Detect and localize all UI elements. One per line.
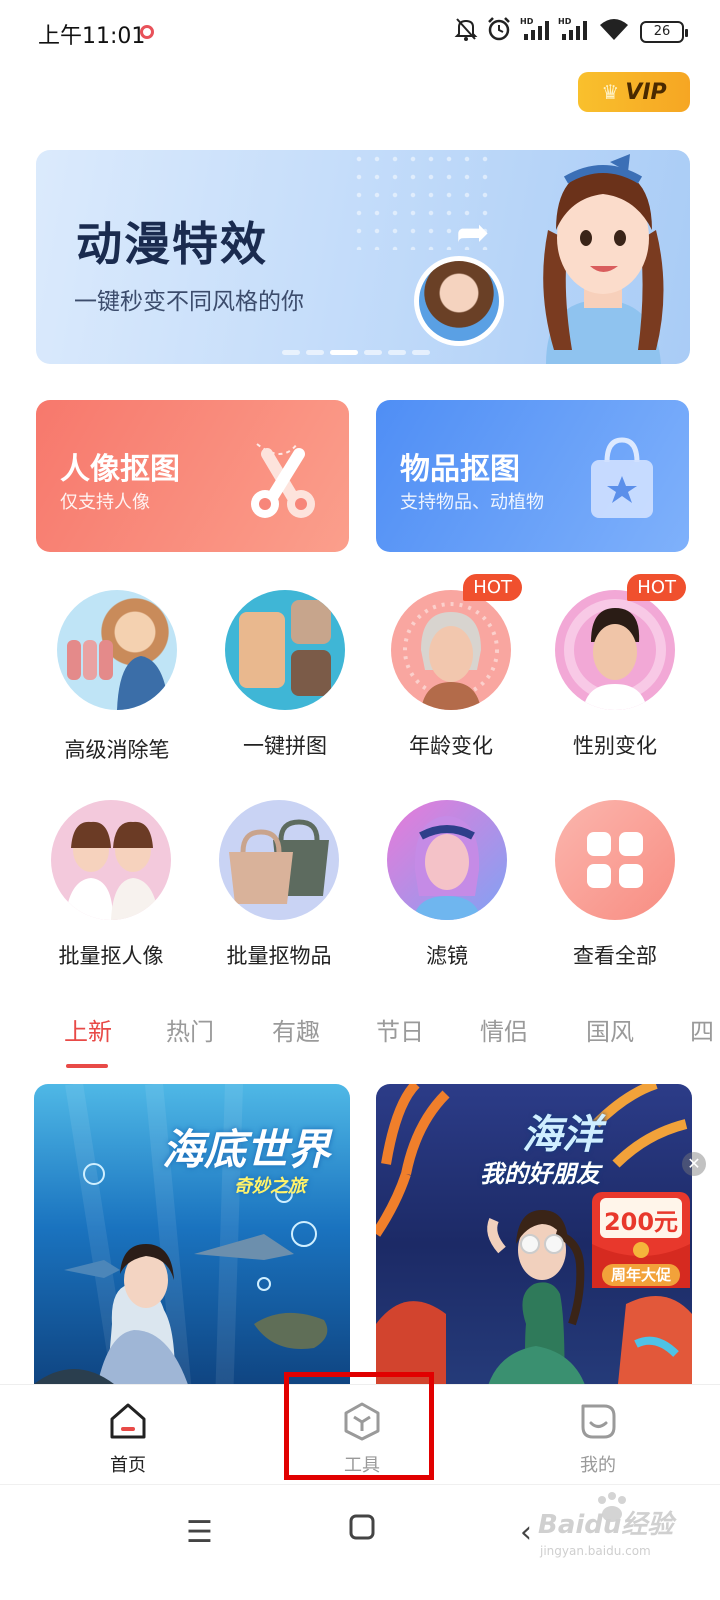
recording-dot-icon: [140, 25, 154, 39]
nav-label: 我的: [580, 1455, 616, 1476]
feed-card-subtitle: 我的好朋友: [480, 1160, 600, 1188]
tab-holiday[interactable]: 节日: [376, 1012, 424, 1047]
tool-label: 年龄变化: [409, 734, 493, 758]
crown-icon: ♛: [601, 80, 620, 104]
tool-label: 一键拼图: [243, 734, 327, 758]
share-arrow-icon: ➦: [456, 210, 490, 256]
card-subtitle: 支持物品、动植物: [400, 492, 544, 513]
tool-filter[interactable]: 滤镜: [372, 800, 522, 990]
card-subtitle: 仅支持人像: [60, 492, 150, 513]
banner-subtitle: 一键秒变不同风格的你: [74, 289, 304, 315]
menu-icon[interactable]: ☰: [186, 1515, 213, 1550]
tool-eraser-pen[interactable]: 高级消除笔: [42, 590, 192, 780]
promo-label: 周年大促: [602, 1264, 680, 1286]
vip-button[interactable]: ♛ VIP: [578, 72, 690, 112]
svg-text:HD: HD: [558, 17, 572, 26]
pager-dot: [388, 350, 406, 355]
tab-chinese-style[interactable]: 国风: [586, 1012, 634, 1047]
tab-fun[interactable]: 有趣: [272, 1012, 320, 1047]
baidu-watermark: Baidu经验 jingyan.baidu.com: [538, 1490, 678, 1580]
close-icon[interactable]: ✕: [682, 1152, 706, 1176]
feed-card-title: 海底世界: [162, 1125, 331, 1174]
status-bar: 上午11:01 HD HD 26: [0, 0, 720, 64]
banner-avatar: [414, 256, 504, 346]
status-time: 上午11:01: [38, 24, 146, 49]
nav-profile[interactable]: 我的: [538, 1397, 658, 1477]
battery-icon: 26: [640, 21, 688, 43]
feed-card-subtitle: 奇妙之旅: [234, 1176, 306, 1197]
tool-label: 高级消除笔: [64, 738, 170, 762]
tools-highlight-box: [284, 1372, 434, 1480]
home-icon: [110, 1403, 146, 1439]
template-card-ocean[interactable]: 海底世界 奇妙之旅: [34, 1084, 350, 1404]
nav-home[interactable]: 首页: [68, 1397, 188, 1477]
tool-thumbnail: [57, 590, 177, 710]
banner-title: 动漫特效: [76, 217, 268, 271]
pager-dot: [412, 350, 430, 355]
mute-icon: [454, 16, 478, 48]
scissors-icon: [251, 443, 315, 518]
grid-icon: [555, 800, 675, 920]
hot-badge: HOT: [627, 574, 686, 601]
tool-label: 批量抠人像: [58, 944, 164, 968]
wifi-icon: [598, 16, 630, 48]
tool-batch-portrait-cutout[interactable]: 批量抠人像: [36, 800, 186, 990]
vip-label: VIP: [625, 79, 667, 105]
tool-thumbnail: [391, 590, 511, 710]
tool-thumbnail: [555, 590, 675, 710]
pager-dot-active: [330, 350, 358, 355]
card-title: 物品抠图: [400, 452, 520, 487]
signal-icon: HD: [558, 16, 592, 48]
tool-label: 滤镜: [426, 944, 468, 968]
pager-dot: [306, 350, 324, 355]
tool-batch-object-cutout[interactable]: 批量抠物品: [204, 800, 354, 990]
banner-pager: [282, 350, 430, 355]
tool-thumbnail: [387, 800, 507, 920]
tool-thumbnail: [219, 800, 339, 920]
tool-gender-change[interactable]: HOT 性别变化: [540, 574, 690, 780]
pager-dot: [364, 350, 382, 355]
signal-icon: HD: [520, 16, 554, 48]
tool-label: 查看全部: [573, 944, 657, 968]
pager-dot: [282, 350, 300, 355]
watermark-url: jingyan.baidu.com: [540, 1544, 651, 1558]
card-title: 人像抠图: [60, 452, 180, 487]
promo-red-envelope[interactable]: 200元 周年大促: [588, 1188, 694, 1292]
tool-thumbnail: [225, 590, 345, 710]
tool-collage[interactable]: 一键拼图: [210, 590, 360, 780]
home-square-icon[interactable]: [348, 1513, 376, 1549]
svg-text:HD: HD: [520, 17, 534, 26]
active-tab-indicator: [66, 1064, 108, 1068]
tab-more[interactable]: 四: [690, 1012, 714, 1047]
portrait-cutout-card[interactable]: 人像抠图 仅支持人像: [36, 400, 349, 552]
tool-label: 性别变化: [573, 734, 657, 758]
shopping-bag-icon: [591, 437, 653, 518]
tab-hot[interactable]: 热门: [166, 1012, 214, 1047]
back-icon[interactable]: ‹: [520, 1515, 532, 1550]
tool-label: 批量抠物品: [226, 944, 332, 968]
promo-amount: 200元: [603, 1208, 679, 1236]
tab-new[interactable]: 上新: [64, 1012, 112, 1047]
tool-thumbnail: [51, 800, 171, 920]
object-cutout-card[interactable]: 物品抠图 支持物品、动植物: [376, 400, 689, 552]
watermark-text: Baidu经验: [538, 1510, 674, 1540]
alarm-icon: [486, 16, 512, 48]
hot-badge: HOT: [463, 574, 522, 601]
anime-girl-illustration: [543, 154, 664, 364]
tab-couple[interactable]: 情侣: [480, 1012, 528, 1047]
tool-view-all[interactable]: 查看全部: [540, 800, 690, 990]
tool-age-change[interactable]: HOT 年龄变化: [376, 574, 526, 780]
feed-card-title: 海洋: [522, 1112, 602, 1158]
category-tabs: 上新 热门 有趣 节日 情侣 国风 四: [0, 1006, 720, 1072]
nav-label: 首页: [110, 1455, 146, 1476]
profile-face-icon: [581, 1404, 616, 1439]
hero-banner[interactable]: 动漫特效 一键秒变不同风格的你 ➦: [36, 150, 690, 364]
